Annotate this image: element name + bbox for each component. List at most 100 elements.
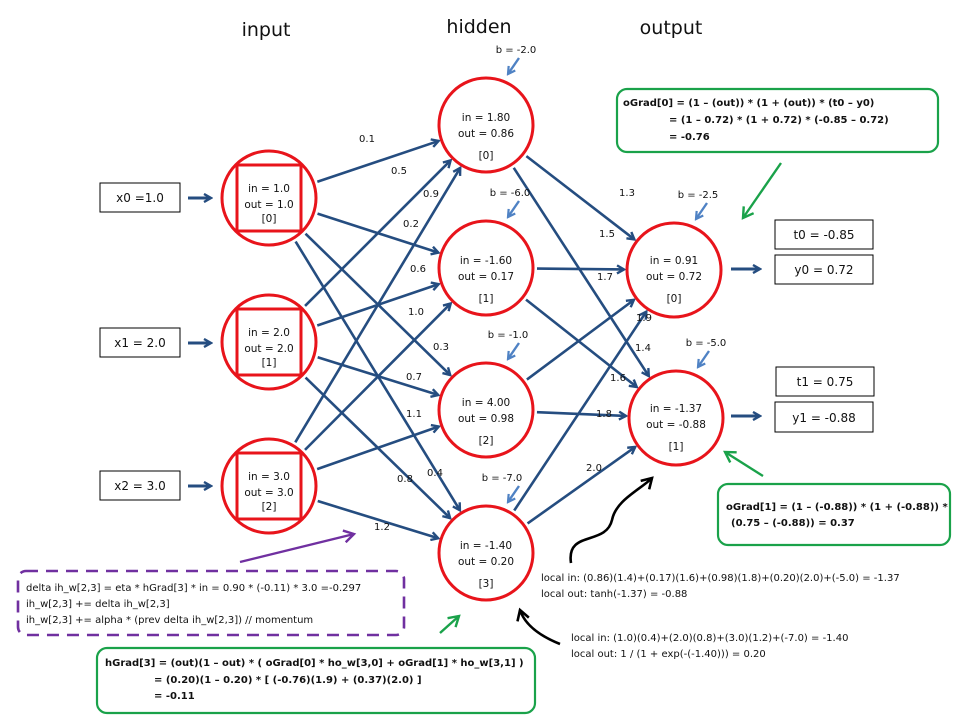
weight-label-ih-1-0: 0.5 (391, 166, 407, 177)
node-in-text: in = 1.0 (248, 183, 290, 195)
node-idx-text: [0] (262, 213, 277, 225)
weight-label-ih-1-1: 0.6 (410, 264, 426, 275)
node-idx-text: [2] (262, 501, 277, 513)
delta-pointer-arrow (239, 534, 354, 564)
target-value: t0 = -0.85 (793, 228, 854, 242)
node-idx-text: [1] (479, 293, 494, 305)
input-box-1: x1 = 2.0 (99, 327, 181, 358)
hgrad3-pointer-arrow (439, 616, 459, 634)
bias-arrow-icon (696, 202, 708, 219)
ograd0-callout: oGrad[0] = (1 – (out)) * (1 + (out)) * (… (615, 87, 940, 154)
edge-input1-hidden0 (304, 160, 451, 307)
node-in-text: in = -1.37 (650, 403, 702, 415)
weight-label-ho-2-0: 1.7 (597, 272, 613, 283)
hidden-bias-2: b = -1.0 (488, 330, 528, 359)
hidden-bias-1: b = -6.0 (490, 188, 531, 217)
output1-local-arrow (569, 478, 652, 564)
node-in-text: in = 1.80 (462, 112, 510, 124)
weight-label-ho-0-0: 1.3 (619, 188, 635, 199)
bias-label: b = -6.0 (490, 188, 531, 199)
delta-weight-note: delta ih_w[2,3] = eta * hGrad[3] * in = … (16, 569, 406, 637)
node-in-text: in = 4.00 (462, 397, 510, 409)
edge-input2-hidden1 (304, 303, 451, 451)
output-node-0: in = 0.91 out = 0.72 [0] (625, 221, 723, 319)
ograd0-line3: = -0.76 (669, 132, 710, 143)
target-box-0: t0 = -0.85 (774, 219, 874, 250)
output-value: y0 = 0.72 (794, 263, 853, 277)
node-in-text: in = 0.91 (650, 255, 698, 267)
local-hid3-line1: local in: (1.0)(0.4)+(2.0)(0.8)+(3.0)(1.… (571, 633, 848, 644)
input-node-1: in = 2.0 out = 2.0 [1] (220, 293, 318, 391)
neural-network-diagram: input hidden output 0.1 0.2 0.3 0.4 0.5 0.6 0.… (16, 16, 952, 715)
weight-edges (294, 141, 649, 538)
edge-hidden3-output1 (526, 447, 636, 525)
weight-label-ho-3-1: 2.0 (586, 463, 602, 474)
edge-input2-hidden0 (294, 168, 460, 443)
bias-arrow-icon (698, 350, 710, 367)
output1-local-note: local in: (0.86)(1.4)+(0.17)(1.6)+(0.98)… (541, 573, 900, 600)
ograd1-callout: oGrad[1] = (1 – (-0.88)) * (1 + (-0.88))… (716, 482, 952, 547)
target-box-1: t1 = 0.75 (775, 366, 875, 397)
node-idx-text: [2] (479, 435, 494, 447)
weight-label-ih-1-3: 0.8 (397, 474, 413, 485)
delta-line3: ih_w[2,3] += alpha * (prev delta ih_w[2,… (26, 615, 313, 626)
node-idx-text: [3] (479, 578, 494, 590)
node-out-text: out = 1.0 (244, 199, 293, 211)
hidden-layer-title: hidden (446, 16, 511, 38)
hidden-node-1: in = -1.60 out = 0.17 [1] (437, 219, 535, 317)
weight-label-ho-3-0: 1.9 (636, 313, 652, 324)
hgrad3-line1: hGrad[3] = (out)(1 – out) * ( oGrad[0] *… (105, 658, 524, 669)
output-bias-1: b = -5.0 (686, 338, 727, 367)
weight-label-ih-1-2: 0.7 (406, 372, 422, 383)
delta-line2: ih_w[2,3] += delta ih_w[2,3] (26, 599, 170, 610)
ograd0-pointer-arrow (743, 162, 782, 218)
ograd1-line1: oGrad[1] = (1 – (-0.88)) * (1 + (-0.88))… (726, 502, 948, 513)
hidden-node-0: in = 1.80 out = 0.86 [0] (437, 76, 535, 174)
hgrad3-callout: hGrad[3] = (out)(1 – out) * ( oGrad[0] *… (95, 646, 537, 715)
input-value: x2 = 3.0 (114, 479, 166, 493)
bias-arrow-icon (508, 485, 520, 502)
bias-arrow-icon (508, 200, 520, 217)
bias-label: b = -5.0 (686, 338, 727, 349)
ograd0-line2: = (1 – 0.72) * (1 + 0.72) * (-0.85 – 0.7… (669, 115, 889, 126)
hidden3-local-arrow (520, 610, 561, 646)
edge-hidden2-output1 (536, 412, 626, 416)
node-out-text: out = 0.98 (458, 413, 514, 425)
weight-label-ho-2-1: 1.8 (596, 409, 612, 420)
node-out-text: out = 0.72 (646, 271, 702, 283)
node-out-text: out = 3.0 (244, 487, 293, 499)
hgrad3-line2: = (0.20)(1 – 0.20) * [ (-0.76)(1.9) + (0… (154, 675, 422, 686)
bias-label: b = -7.0 (482, 473, 523, 484)
node-out-text: out = 0.86 (458, 128, 514, 140)
output-value: y1 = -0.88 (792, 411, 855, 425)
bias-label: b = -2.5 (678, 190, 719, 201)
input-node-2: in = 3.0 out = 3.0 [2] (220, 437, 318, 535)
weight-label-ih-2-1: 1.0 (408, 307, 424, 318)
hidden-bias-3: b = -7.0 (482, 473, 523, 502)
weight-label-ih-2-2: 1.1 (406, 409, 422, 420)
target-value: t1 = 0.75 (797, 375, 854, 389)
hgrad3-line3: = -0.11 (154, 691, 195, 702)
input-box-0: x0 =1.0 (99, 182, 181, 213)
node-idx-text: [1] (262, 357, 277, 369)
node-out-text: out = 0.20 (458, 556, 514, 568)
bias-arrow-icon (508, 57, 520, 74)
node-in-text: in = 2.0 (248, 327, 290, 339)
hidden-node-3: in = -1.40 out = 0.20 [3] (437, 504, 535, 602)
output-box-0: y0 = 0.72 (774, 254, 874, 285)
weight-label-ih-0-2: 0.3 (433, 342, 449, 353)
weight-label-ho-1-1: 1.6 (610, 373, 626, 384)
local-out1-line2: local out: tanh(-1.37) = -0.88 (541, 589, 687, 600)
node-in-text: in = -1.60 (460, 255, 512, 267)
bias-label: b = -2.0 (496, 45, 537, 56)
output-node-1: in = -1.37 out = -0.88 [1] (627, 369, 725, 467)
node-out-text: out = 2.0 (244, 343, 293, 355)
weight-label-ih-0-0: 0.1 (359, 134, 375, 145)
node-idx-text: [1] (669, 441, 684, 453)
output-box-1: y1 = -0.88 (774, 401, 874, 433)
weight-label-ih-0-1: 0.2 (403, 219, 419, 230)
node-idx-text: [0] (667, 293, 682, 305)
edge-hidden1-output0 (536, 269, 624, 270)
node-in-text: in = -1.40 (460, 540, 512, 552)
bias-arrow-icon (508, 342, 520, 359)
